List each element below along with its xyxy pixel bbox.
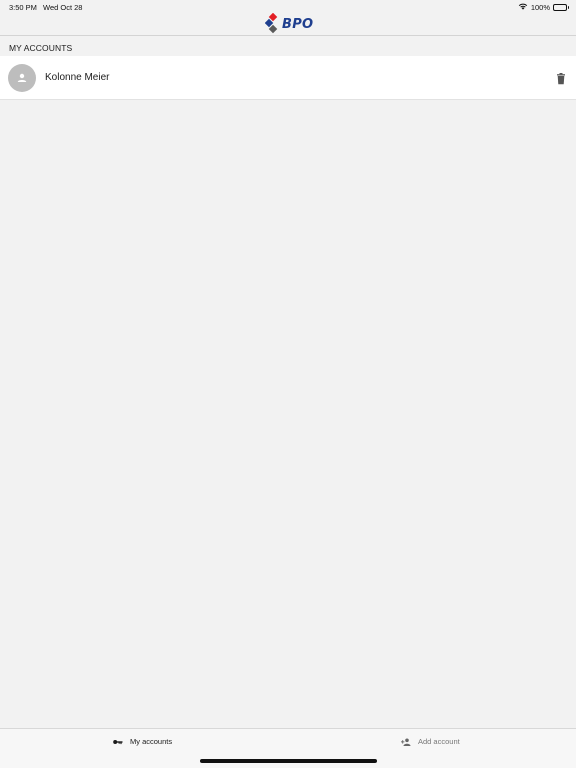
trash-icon <box>557 73 565 85</box>
key-icon <box>113 739 123 744</box>
bpo-logo: BPO <box>265 13 313 35</box>
logo-text: BPO <box>282 16 314 32</box>
logo-diamonds-icon <box>265 13 278 34</box>
tab-my-accounts[interactable]: My accounts <box>113 737 172 746</box>
section-title: MY ACCOUNTS <box>9 43 73 53</box>
tab-add-account[interactable]: Add account <box>401 737 460 746</box>
account-row[interactable]: Kolonne Meier <box>0 56 576 100</box>
account-name: Kolonne Meier <box>45 72 110 83</box>
delete-account-button[interactable] <box>556 72 566 85</box>
avatar <box>8 64 36 92</box>
add-person-icon <box>401 738 411 746</box>
tab-add-account-label: Add account <box>418 737 460 746</box>
tab-my-accounts-label: My accounts <box>130 737 173 746</box>
home-indicator[interactable] <box>200 759 377 763</box>
nav-header: BPO <box>0 0 576 36</box>
person-icon <box>17 73 27 82</box>
